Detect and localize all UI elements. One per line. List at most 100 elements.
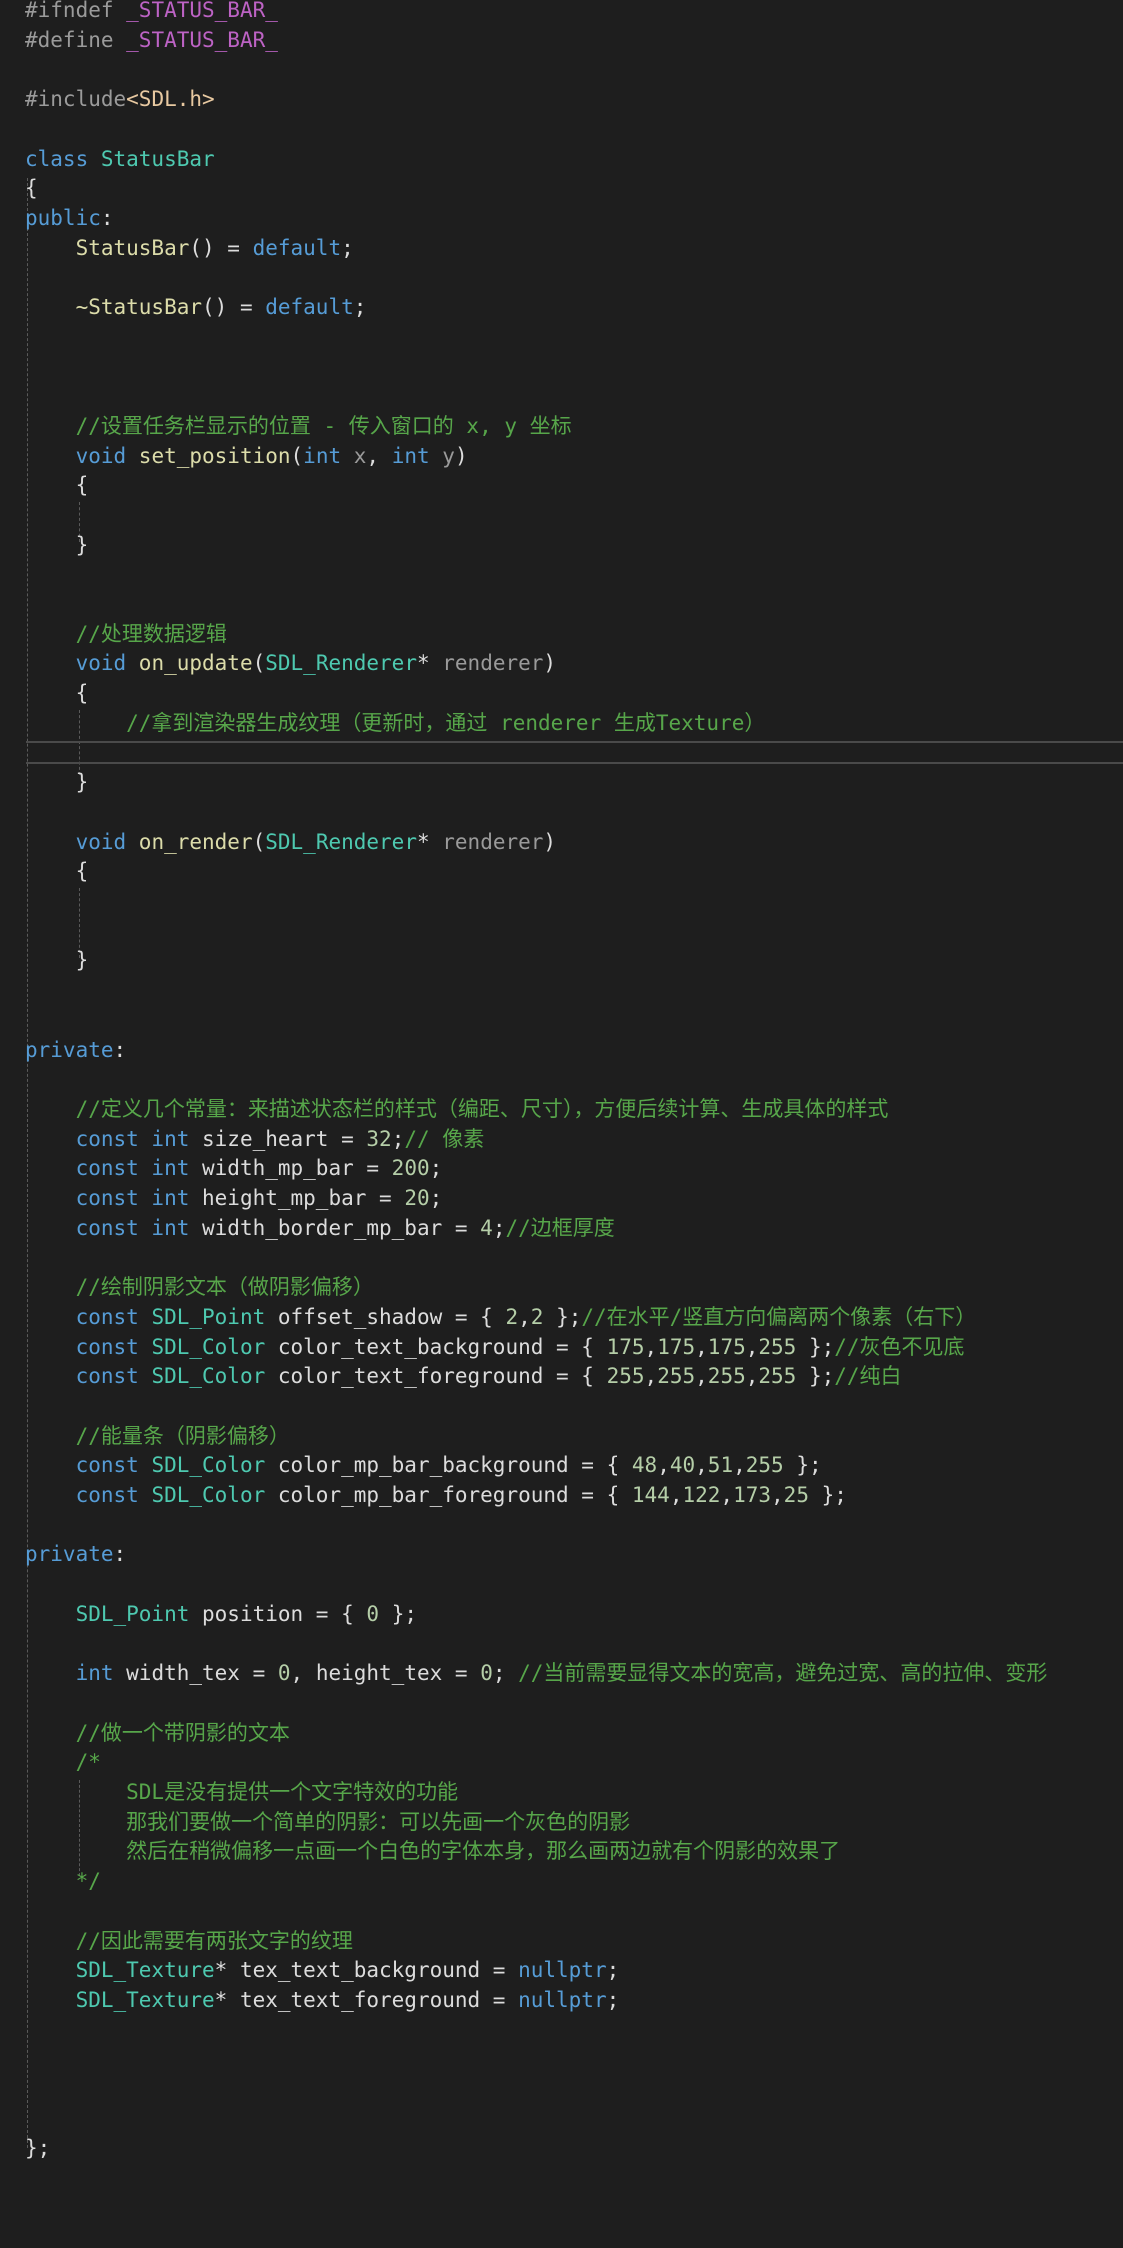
- code-line[interactable]: public:: [0, 204, 1123, 234]
- code-line[interactable]: //设置任务栏显示的位置 - 传入窗口的 x, y 坐标: [0, 412, 1123, 442]
- code-line[interactable]: [0, 1570, 1123, 1600]
- code-line[interactable]: */: [0, 1867, 1123, 1897]
- code-token: 4: [480, 1215, 493, 1240]
- code-line[interactable]: [0, 1689, 1123, 1719]
- code-line[interactable]: #include<SDL.h>: [0, 85, 1123, 115]
- code-token: class: [25, 146, 101, 171]
- code-line[interactable]: //拿到渲染器生成纹理（更新时，通过 renderer 生成Texture）: [0, 709, 1123, 739]
- code-token: color_mp_bar_background = {: [277, 1453, 632, 1478]
- code-token: color_text_foreground = {: [277, 1364, 607, 1389]
- code-line[interactable]: 然后在稍微偏移一点画一个白色的字体本身，那么画两边就有个阴影的效果了: [0, 1837, 1123, 1867]
- code-line[interactable]: #ifndef _STATUS_BAR_: [0, 0, 1123, 26]
- code-line[interactable]: SDL_Texture* tex_text_background = nullp…: [0, 1956, 1123, 1986]
- code-line[interactable]: const SDL_Color color_mp_bar_background …: [0, 1451, 1123, 1481]
- code-line[interactable]: [0, 560, 1123, 590]
- code-token: :: [100, 205, 114, 230]
- code-token: * tex_text_foreground =: [214, 1987, 519, 2012]
- code-token: 51: [707, 1453, 734, 1478]
- code-line[interactable]: }: [0, 768, 1123, 798]
- code-line-text: {: [25, 471, 89, 501]
- code-editor[interactable]: #ifndef _STATUS_BAR_ #define _STATUS_BAR_…: [0, 0, 1123, 2248]
- code-line[interactable]: [0, 55, 1123, 85]
- code-line-text: const SDL_Color color_text_foreground = …: [25, 1362, 902, 1392]
- code-line-text: private:: [25, 1540, 126, 1570]
- code-token: private: [25, 1542, 114, 1567]
- code-line[interactable]: {: [0, 174, 1123, 204]
- code-token: public: [25, 205, 101, 230]
- code-line[interactable]: const SDL_Color color_text_foreground = …: [0, 1362, 1123, 1392]
- code-line[interactable]: private:: [0, 1036, 1123, 1066]
- code-line[interactable]: };: [0, 2134, 1123, 2164]
- code-line[interactable]: //做一个带阴影的文本: [0, 1719, 1123, 1749]
- code-line[interactable]: const int size_heart = 32;// 像素: [0, 1125, 1123, 1155]
- code-line[interactable]: [0, 2075, 1123, 2105]
- code-line[interactable]: //因此需要有两张文字的纹理: [0, 1927, 1123, 1957]
- code-line[interactable]: SDL_Texture* tex_text_foreground = nullp…: [0, 1986, 1123, 2016]
- code-token: void: [25, 443, 139, 468]
- code-line[interactable]: [0, 115, 1123, 145]
- code-line[interactable]: [0, 590, 1123, 620]
- code-line[interactable]: [0, 739, 1123, 769]
- code-line[interactable]: const int width_mp_bar = 200;: [0, 1154, 1123, 1184]
- code-line[interactable]: [0, 1511, 1123, 1541]
- code-line-text: SDL_Texture* tex_text_foreground = nullp…: [25, 1986, 620, 2016]
- code-line[interactable]: //定义几个常量：来描述状态栏的样式（编距、尺寸），方便后续计算、生成具体的样式: [0, 1095, 1123, 1125]
- code-line[interactable]: const int height_mp_bar = 20;: [0, 1184, 1123, 1214]
- code-token: position = {: [202, 1601, 367, 1626]
- code-line[interactable]: {: [0, 679, 1123, 709]
- code-line[interactable]: /*: [0, 1748, 1123, 1778]
- code-line[interactable]: SDL_Point position = { 0 };: [0, 1600, 1123, 1630]
- code-line[interactable]: [0, 917, 1123, 947]
- code-line[interactable]: const SDL_Color color_mp_bar_foreground …: [0, 1481, 1123, 1511]
- code-line-text: const SDL_Point offset_shadow = { 2,2 };…: [25, 1303, 977, 1333]
- code-line[interactable]: void on_render(SDL_Renderer* renderer): [0, 828, 1123, 858]
- code-line[interactable]: const int width_border_mp_bar = 4;//边框厚度: [0, 1214, 1123, 1244]
- code-line[interactable]: [0, 382, 1123, 412]
- code-line[interactable]: {: [0, 857, 1123, 887]
- code-line[interactable]: class StatusBar: [0, 145, 1123, 175]
- code-line[interactable]: [0, 1006, 1123, 1036]
- code-line[interactable]: //处理数据逻辑: [0, 620, 1123, 650]
- code-token: , height_tex =: [290, 1661, 481, 1686]
- code-line[interactable]: 那我们要做一个简单的阴影：可以先画一个灰色的阴影: [0, 1808, 1123, 1838]
- code-line[interactable]: [0, 1065, 1123, 1095]
- code-line[interactable]: [0, 323, 1123, 353]
- code-line[interactable]: [0, 1392, 1123, 1422]
- code-line[interactable]: ~StatusBar() = default;: [0, 293, 1123, 323]
- code-line[interactable]: [0, 1243, 1123, 1273]
- code-line[interactable]: [0, 798, 1123, 828]
- code-line[interactable]: //绘制阴影文本（做阴影偏移）: [0, 1273, 1123, 1303]
- code-line[interactable]: StatusBar() = default;: [0, 234, 1123, 264]
- code-line[interactable]: SDL是没有提供一个文字特效的功能: [0, 1778, 1123, 1808]
- code-token: #ifndef: [25, 0, 127, 22]
- code-token: int: [25, 1661, 127, 1686]
- code-line[interactable]: [0, 263, 1123, 293]
- code-line[interactable]: void set_position(int x, int y): [0, 442, 1123, 472]
- code-token: ,: [366, 443, 392, 468]
- code-token: ;: [606, 1987, 620, 2012]
- code-line[interactable]: //能量条（阴影偏移）: [0, 1422, 1123, 1452]
- code-line[interactable]: [0, 1897, 1123, 1927]
- code-line[interactable]: [0, 2016, 1123, 2046]
- code-token: 0: [366, 1601, 380, 1626]
- code-line[interactable]: [0, 1630, 1123, 1660]
- code-token: nullptr: [518, 1958, 607, 1983]
- code-line[interactable]: #define _STATUS_BAR_: [0, 26, 1123, 56]
- code-token: //当前需要显得文本的宽高，避免过宽、高的拉伸、变形: [518, 1661, 1048, 1686]
- code-line[interactable]: const SDL_Color color_text_background = …: [0, 1333, 1123, 1363]
- code-line[interactable]: [0, 2045, 1123, 2075]
- code-line-text: SDL是没有提供一个文字特效的功能: [25, 1778, 458, 1808]
- code-line[interactable]: [0, 352, 1123, 382]
- code-line[interactable]: private:: [0, 1540, 1123, 1570]
- code-line[interactable]: [0, 887, 1123, 917]
- code-line[interactable]: void on_update(SDL_Renderer* renderer): [0, 649, 1123, 679]
- code-line[interactable]: [0, 501, 1123, 531]
- code-line[interactable]: {: [0, 471, 1123, 501]
- code-token: renderer: [442, 651, 544, 676]
- code-line[interactable]: }: [0, 531, 1123, 561]
- code-line[interactable]: const SDL_Point offset_shadow = { 2,2 };…: [0, 1303, 1123, 1333]
- code-line[interactable]: }: [0, 946, 1123, 976]
- code-line[interactable]: [0, 2105, 1123, 2135]
- code-line[interactable]: [0, 976, 1123, 1006]
- code-line[interactable]: int width_tex = 0, height_tex = 0; //当前需…: [0, 1659, 1123, 1689]
